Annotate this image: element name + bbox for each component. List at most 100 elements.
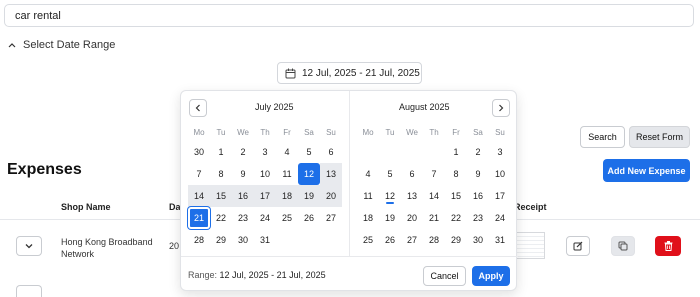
calendar-day[interactable]: 7 <box>423 163 445 185</box>
calendar-cancel-button[interactable]: Cancel <box>423 266 466 286</box>
calendar-day[interactable]: 24 <box>254 207 276 229</box>
calendar-day[interactable]: 30 <box>188 141 210 163</box>
add-new-expense-button[interactable]: Add New Expense <box>603 159 690 182</box>
calendar-day[interactable]: 8 <box>210 163 232 185</box>
calendar-day[interactable]: 15 <box>210 185 232 207</box>
copy-button[interactable] <box>611 236 635 256</box>
calendar-day[interactable]: 29 <box>210 229 232 251</box>
column-header-receipt: Receipt <box>514 202 547 212</box>
weekday-label: Sa <box>304 127 314 137</box>
calendar-day[interactable]: 5 <box>298 141 320 163</box>
range-end-day[interactable]: 21 <box>188 207 210 229</box>
calendar-day[interactable]: 7 <box>188 163 210 185</box>
calendar-day[interactable]: 6 <box>320 141 342 163</box>
calendar-day[interactable]: 24 <box>489 207 511 229</box>
calendar-day[interactable]: 2 <box>232 141 254 163</box>
calendar-day[interactable]: 22 <box>445 207 467 229</box>
calendar-day[interactable]: 31 <box>254 229 276 251</box>
calendar-day[interactable]: 19 <box>298 185 320 207</box>
calendar-day[interactable]: 17 <box>254 185 276 207</box>
previous-month-button[interactable] <box>189 99 207 117</box>
week-row: 18 19 20 21 22 23 24 <box>357 207 511 229</box>
reset-form-button[interactable]: Reset Form <box>629 126 690 148</box>
edit-button[interactable] <box>566 236 590 256</box>
next-month-button[interactable] <box>492 99 510 117</box>
weekday-label: Tu <box>216 127 226 137</box>
receipt-thumbnail[interactable] <box>516 232 545 259</box>
calendar-day[interactable]: 28 <box>423 229 445 251</box>
calendar-day[interactable]: 27 <box>320 207 342 229</box>
calendar-day[interactable]: 11 <box>357 185 379 207</box>
calendar-day[interactable]: 30 <box>232 229 254 251</box>
chevron-down-icon <box>25 244 33 249</box>
calendar-day[interactable]: 29 <box>445 229 467 251</box>
calendar-icon <box>285 68 296 78</box>
calendar-day[interactable]: 8 <box>445 163 467 185</box>
calendar-day[interactable]: 10 <box>489 163 511 185</box>
calendar-day[interactable]: 28 <box>188 229 210 251</box>
search-input[interactable]: car rental <box>4 4 694 27</box>
expand-row-button[interactable] <box>16 236 42 256</box>
calendar-day[interactable]: 23 <box>467 207 489 229</box>
week-row: 11 12 13 14 15 16 17 <box>357 185 511 207</box>
calendar-day[interactable]: 1 <box>445 141 467 163</box>
search-button[interactable]: Search <box>580 126 625 148</box>
calendar-day[interactable]: 31 <box>489 229 511 251</box>
chevron-up-icon <box>8 43 16 48</box>
calendar-day[interactable]: 20 <box>401 207 423 229</box>
weekday-label: Fr <box>283 127 291 137</box>
calendar-day[interactable]: 10 <box>254 163 276 185</box>
calendar-day[interactable]: 17 <box>489 185 511 207</box>
date-range-picker-button[interactable]: 12 Jul, 2025 - 21 Jul, 2025 <box>277 62 422 84</box>
calendar-day[interactable]: 27 <box>401 229 423 251</box>
calendar-day[interactable]: 18 <box>357 207 379 229</box>
calendar-day[interactable]: 11 <box>276 163 298 185</box>
calendar-day[interactable]: 13 <box>320 163 342 185</box>
week-row: 123 <box>357 141 511 163</box>
calendar-day[interactable]: 1 <box>210 141 232 163</box>
calendar-day[interactable]: 19 <box>379 207 401 229</box>
calendar-day[interactable]: 14 <box>423 185 445 207</box>
calendar-day[interactable]: 3 <box>254 141 276 163</box>
calendar-day[interactable]: 20 <box>320 185 342 207</box>
calendar-day[interactable]: 22 <box>210 207 232 229</box>
calendar-apply-button[interactable]: Apply <box>472 266 510 286</box>
calendar-day[interactable]: 9 <box>232 163 254 185</box>
month-title: August 2025 <box>399 102 450 112</box>
range-value: 12 Jul, 2025 - 21 Jul, 2025 <box>219 270 326 280</box>
weekday-label: Mo <box>362 127 374 137</box>
calendar-day[interactable]: 15 <box>445 185 467 207</box>
column-header-date: Da <box>169 202 181 212</box>
calendar-day[interactable]: 16 <box>467 185 489 207</box>
calendar-day[interactable]: 18 <box>276 185 298 207</box>
calendar-day[interactable]: 14 <box>188 185 210 207</box>
calendar-day[interactable]: 4 <box>357 163 379 185</box>
delete-button[interactable] <box>655 236 681 256</box>
calendar-day[interactable]: 2 <box>467 141 489 163</box>
calendar-day[interactable]: 26 <box>379 229 401 251</box>
empty-day-cell <box>276 229 298 251</box>
calendar-day[interactable]: 4 <box>276 141 298 163</box>
calendar-day[interactable]: 25 <box>276 207 298 229</box>
select-date-range-label: Select Date Range <box>23 39 116 51</box>
calendar-day[interactable]: 6 <box>401 163 423 185</box>
weekday-header-row: Mo Tu We Th Fr Sa Su <box>188 123 342 141</box>
calendar-day[interactable]: 23 <box>232 207 254 229</box>
select-date-range-toggle[interactable]: Select Date Range <box>8 38 115 52</box>
calendar-day[interactable]: 25 <box>357 229 379 251</box>
range-start-day[interactable]: 12 <box>298 163 320 185</box>
calendar-day[interactable]: 16 <box>232 185 254 207</box>
expand-row-button[interactable] <box>16 285 42 297</box>
week-row: 21 22 23 24 25 26 27 <box>188 207 342 229</box>
today-day[interactable]: 12 <box>379 185 401 207</box>
calendar-day[interactable]: 30 <box>467 229 489 251</box>
calendar-day[interactable]: 26 <box>298 207 320 229</box>
calendar-day[interactable]: 5 <box>379 163 401 185</box>
calendar-day[interactable]: 21 <box>423 207 445 229</box>
empty-day-cell <box>357 141 379 163</box>
calendar-day[interactable]: 9 <box>467 163 489 185</box>
calendar-day[interactable]: 3 <box>489 141 511 163</box>
week-row: 28 29 30 31 <box>188 229 342 251</box>
week-row: 14 15 16 17 18 19 20 <box>188 185 342 207</box>
calendar-day[interactable]: 13 <box>401 185 423 207</box>
